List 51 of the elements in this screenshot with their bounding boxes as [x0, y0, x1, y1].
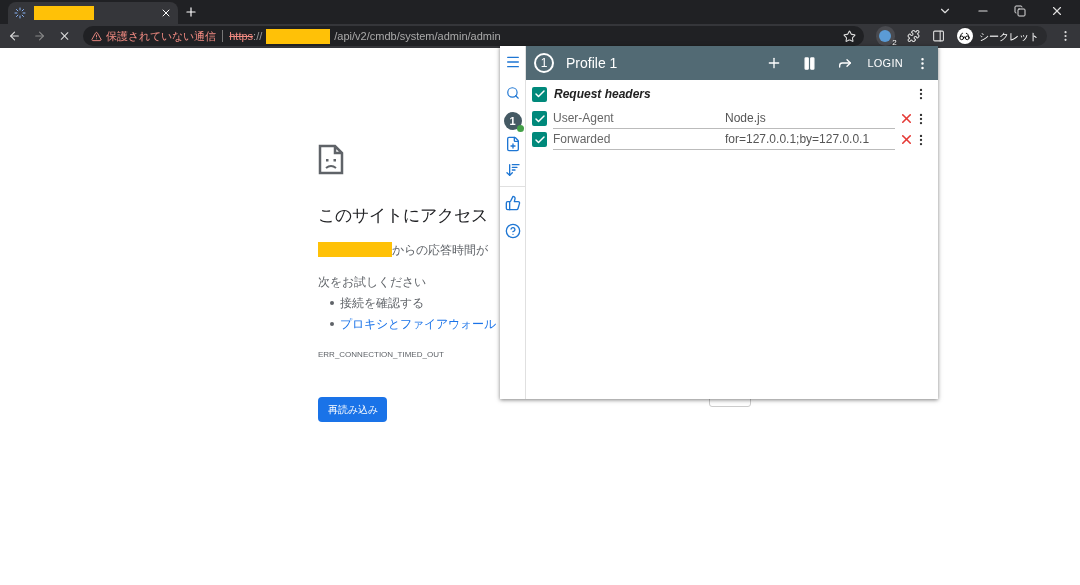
warning-icon	[91, 30, 103, 42]
add-file-icon[interactable]	[504, 136, 521, 152]
url-separator: ://	[253, 28, 263, 44]
header-value[interactable]: Node.js	[725, 109, 766, 127]
delete-icon[interactable]	[899, 132, 914, 147]
header-value[interactable]: for=127.0.0.1;by=127.0.0.1	[725, 130, 870, 148]
checkbox[interactable]	[532, 111, 547, 126]
error-heading: このサイトにアクセス	[318, 205, 489, 227]
back-icon[interactable]	[8, 29, 22, 43]
checkbox[interactable]	[532, 132, 547, 147]
profile-number: 1	[534, 53, 554, 73]
try-label: 次をお試しください	[318, 273, 427, 291]
search-icon[interactable]	[505, 86, 520, 100]
loading-icon	[14, 7, 26, 19]
address-bar[interactable]: 保護されていない通信 https:// /api/v2/cmdb/system/admin/admin	[83, 26, 865, 46]
pause-icon[interactable]	[802, 55, 818, 71]
forward-icon[interactable]	[33, 29, 47, 43]
redacted-block	[266, 28, 331, 44]
security-warning: 保護されていない通信	[106, 28, 217, 44]
login-button[interactable]: LOGIN	[867, 54, 903, 72]
suggestion-text: 接続を確認する	[340, 294, 424, 312]
bookmark-star-icon[interactable]	[843, 29, 857, 43]
header-name[interactable]: Forwarded	[553, 130, 725, 148]
browser-tab[interactable]	[8, 2, 178, 24]
extension-button[interactable]: 2	[876, 26, 895, 46]
incognito-chip[interactable]: シークレット	[956, 26, 1047, 46]
extensions-icon[interactable]	[906, 29, 920, 43]
thumbs-up-icon[interactable]	[504, 195, 521, 211]
redacted-block	[34, 6, 94, 20]
restore-icon[interactable]	[1014, 5, 1026, 17]
incognito-icon	[956, 28, 973, 44]
reload-button[interactable]: 再読み込み	[318, 396, 387, 422]
help-icon[interactable]	[504, 223, 521, 239]
delete-icon[interactable]	[899, 111, 914, 126]
url-path: /api/v2/cmdb/system/admin/admin	[334, 28, 501, 44]
sort-icon[interactable]	[504, 162, 521, 178]
section-title: Request headers	[554, 86, 651, 103]
menu-icon[interactable]	[504, 54, 521, 70]
new-tab-icon[interactable]	[184, 5, 198, 19]
checkbox[interactable]	[532, 86, 547, 102]
error-message: からの応答時間が	[392, 241, 488, 259]
side-panel-icon[interactable]	[931, 29, 945, 43]
close-icon[interactable]	[160, 7, 172, 19]
header-name[interactable]: User-Agent	[553, 109, 725, 127]
url-scheme: https	[229, 28, 254, 44]
error-code: ERR_CONNECTION_TIMED_OUT	[318, 348, 445, 361]
suggestion-link[interactable]: プロキシとファイアウォール	[340, 314, 496, 333]
sad-page-icon	[318, 144, 344, 175]
close-window-icon[interactable]	[1050, 4, 1064, 18]
extension-count-label: 2	[892, 37, 897, 49]
profile-title: Profile 1	[566, 53, 618, 73]
